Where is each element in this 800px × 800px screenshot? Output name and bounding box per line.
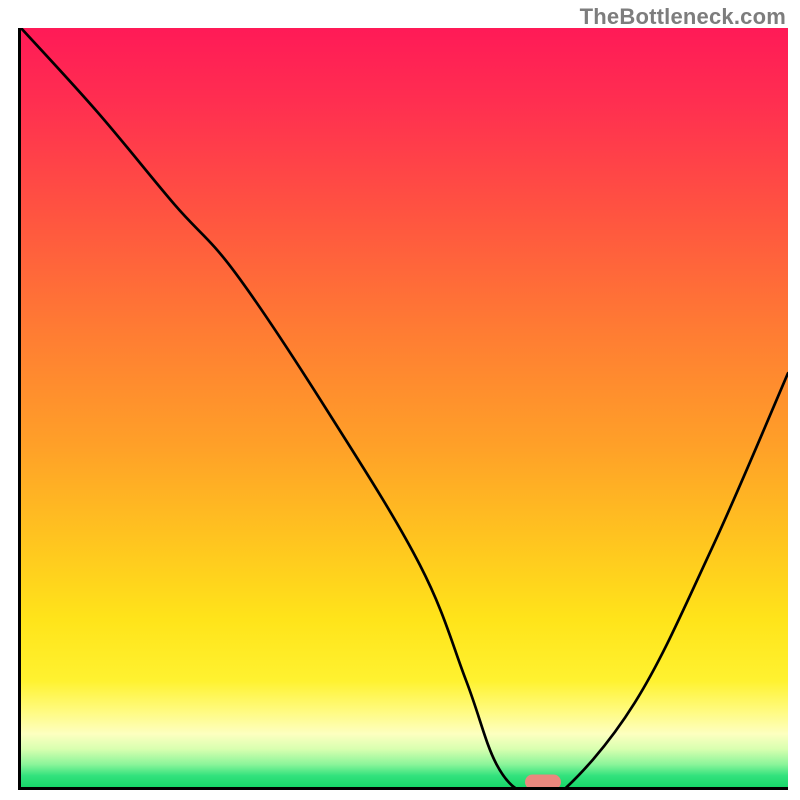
curve-path [21,28,788,790]
chart-frame: TheBottleneck.com [0,0,800,800]
watermark-text: TheBottleneck.com [580,4,786,30]
optimal-point-marker [525,774,561,789]
plot-area [18,28,788,790]
bottleneck-curve [21,28,788,790]
